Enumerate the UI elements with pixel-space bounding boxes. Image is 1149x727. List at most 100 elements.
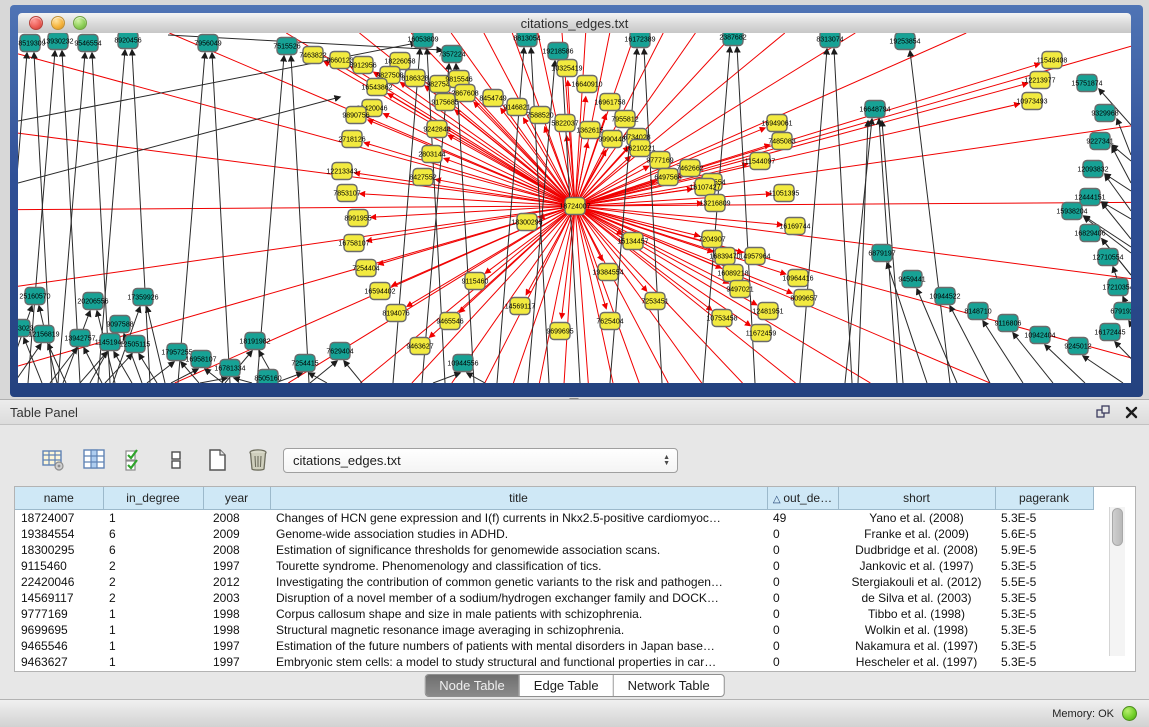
graph-node-label: 5822037: [551, 121, 578, 128]
column-header-name[interactable]: name: [15, 487, 103, 510]
column-header-year[interactable]: year: [203, 487, 270, 510]
network-canvas[interactable]: 1872400774638228660123891295618226058982…: [18, 33, 1131, 383]
graph-node-label: 16210221: [624, 146, 655, 153]
black-edge: [171, 369, 198, 383]
tab-edge-table[interactable]: Edge Table: [520, 675, 614, 696]
graph-node-label: 16172389: [624, 37, 655, 44]
memory-status-icon: [1122, 706, 1137, 721]
column-visibility-icon[interactable]: [81, 447, 107, 473]
citation-network-graph[interactable]: 1872400774638228660123891295618226058982…: [18, 33, 1131, 383]
column-header-title[interactable]: title: [270, 487, 767, 510]
graph-node-label: 10944522: [929, 294, 960, 301]
graph-node-label: 16839470: [709, 254, 740, 261]
black-edge: [1117, 119, 1131, 155]
table-selector-dropdown[interactable]: citations_edges.txt: [283, 448, 678, 473]
table-row[interactable]: 969969511998Structural magnetic resonanc…: [15, 622, 1093, 638]
table-row[interactable]: 1938455462009Genome-wide association stu…: [15, 526, 1093, 542]
table-row[interactable]: 1830029562008Estimation of significance …: [15, 542, 1093, 558]
graph-node-label: 16648794: [859, 107, 890, 114]
zoom-window-button[interactable]: [73, 16, 87, 30]
graph-node-label: 9146821: [503, 105, 530, 112]
table-row[interactable]: 911546021997Tourette syndrome. Phenomeno…: [15, 558, 1093, 574]
scrollbar-thumb[interactable]: [1112, 508, 1123, 546]
graph-node-label: 13216809: [699, 201, 730, 208]
graph-node-label: 11672459: [746, 331, 777, 338]
graph-node-label: 7956049: [194, 41, 221, 48]
tab-node-table[interactable]: Node Table: [425, 675, 520, 696]
red-edge: [18, 133, 575, 206]
table-row[interactable]: 977716911998Corpus callosum shape and si…: [15, 606, 1093, 622]
graph-node-label: 9465546: [436, 319, 463, 326]
graph-node-label: 8099657: [790, 296, 817, 303]
black-edge: [139, 354, 157, 383]
black-edge: [24, 338, 42, 383]
graph-node-label: 9245012: [1064, 344, 1091, 351]
graph-node-label: 6791925: [1110, 309, 1131, 316]
graph-node-label: 8505160: [254, 376, 281, 383]
graph-node-label: 10753458: [706, 316, 737, 323]
table-scrollbar[interactable]: [1109, 507, 1125, 656]
column-header-short[interactable]: short: [838, 487, 995, 510]
red-edge: [355, 173, 575, 206]
close-window-button[interactable]: [29, 16, 43, 30]
graph-node-label: 18724007: [559, 204, 590, 211]
graph-node-label: 1362615: [576, 128, 603, 135]
black-edge: [422, 64, 449, 383]
graph-node-label: 10325419: [551, 66, 582, 73]
black-edge: [18, 306, 32, 383]
graph-node-label: 12710554: [1092, 255, 1123, 262]
tab-network-table[interactable]: Network Table: [614, 675, 724, 696]
table-row[interactable]: 946362711997Embryonic stem cells: a mode…: [15, 654, 1093, 670]
graph-node-label: 8186328: [401, 76, 428, 83]
column-header-out_de[interactable]: △ out_de…: [767, 487, 838, 510]
graph-node-label: 12213343: [326, 169, 357, 176]
graph-node-label: 9463627: [406, 344, 433, 351]
graph-node-label: 16958107: [185, 357, 216, 364]
table-row[interactable]: 2242004622012Investigating the contribut…: [15, 574, 1093, 590]
graph-node-label: 10944556: [447, 361, 478, 368]
select-all-icon[interactable]: [122, 447, 148, 473]
graph-node-label: 15751874: [1071, 81, 1102, 88]
graph-node-label: 2803144: [418, 152, 445, 159]
black-edge: [467, 373, 485, 383]
status-bar: Memory: OK: [0, 699, 1149, 727]
graph-node-label: 12444151: [1074, 195, 1105, 202]
graph-node-label: 10964416: [782, 276, 813, 283]
clear-selection-icon[interactable]: [163, 447, 189, 473]
black-edge: [1129, 321, 1131, 383]
graph-node-label: 9459441: [898, 277, 925, 284]
black-edge: [910, 51, 950, 383]
black-edge: [834, 49, 852, 383]
combo-arrows-icon: [663, 455, 670, 467]
new-column-icon[interactable]: [204, 447, 230, 473]
graph-node-label: 16543862: [361, 85, 392, 92]
close-panel-icon[interactable]: [1121, 403, 1141, 421]
graph-node-label: 7254415: [291, 361, 318, 368]
minimize-window-button[interactable]: [51, 16, 65, 30]
table-row[interactable]: 946554611997Estimation of the future num…: [15, 638, 1093, 654]
graph-node-label: 16781334: [214, 366, 245, 373]
column-header-pagerank[interactable]: pagerank: [995, 487, 1093, 510]
delete-column-icon[interactable]: [245, 447, 271, 473]
graph-node-label: 18300295: [511, 220, 542, 227]
graph-node-label: 2387682: [719, 35, 746, 42]
graph-node-label: 16961758: [594, 100, 625, 107]
graph-node-label: 8454749: [479, 96, 506, 103]
graph-node-label: 2718126: [338, 137, 365, 144]
graph-node-label: 8920456: [114, 38, 141, 45]
table-mode-icon[interactable]: [40, 447, 66, 473]
graph-node-label: 14569117: [505, 304, 536, 311]
table-row[interactable]: 1872400712008Changes of HCN gene express…: [15, 510, 1093, 527]
graph-node-label: 11548408: [1037, 58, 1068, 65]
column-header-in_degree[interactable]: in_degree: [103, 487, 203, 510]
graph-node-label: 9497021: [726, 287, 753, 294]
black-edge: [1083, 356, 1123, 383]
graph-node-label: 9097588: [106, 322, 133, 329]
graph-node-label: 7357224: [438, 52, 465, 59]
graph-node-label: 11051395: [769, 191, 800, 198]
float-panel-icon[interactable]: [1093, 403, 1113, 421]
graph-node-label: 8148710: [964, 309, 991, 316]
table-row[interactable]: 1456911722003Disruption of a novel membe…: [15, 590, 1093, 606]
window-titlebar[interactable]: citations_edges.txt: [18, 13, 1131, 34]
graph-node-label: 13930232: [42, 39, 73, 46]
